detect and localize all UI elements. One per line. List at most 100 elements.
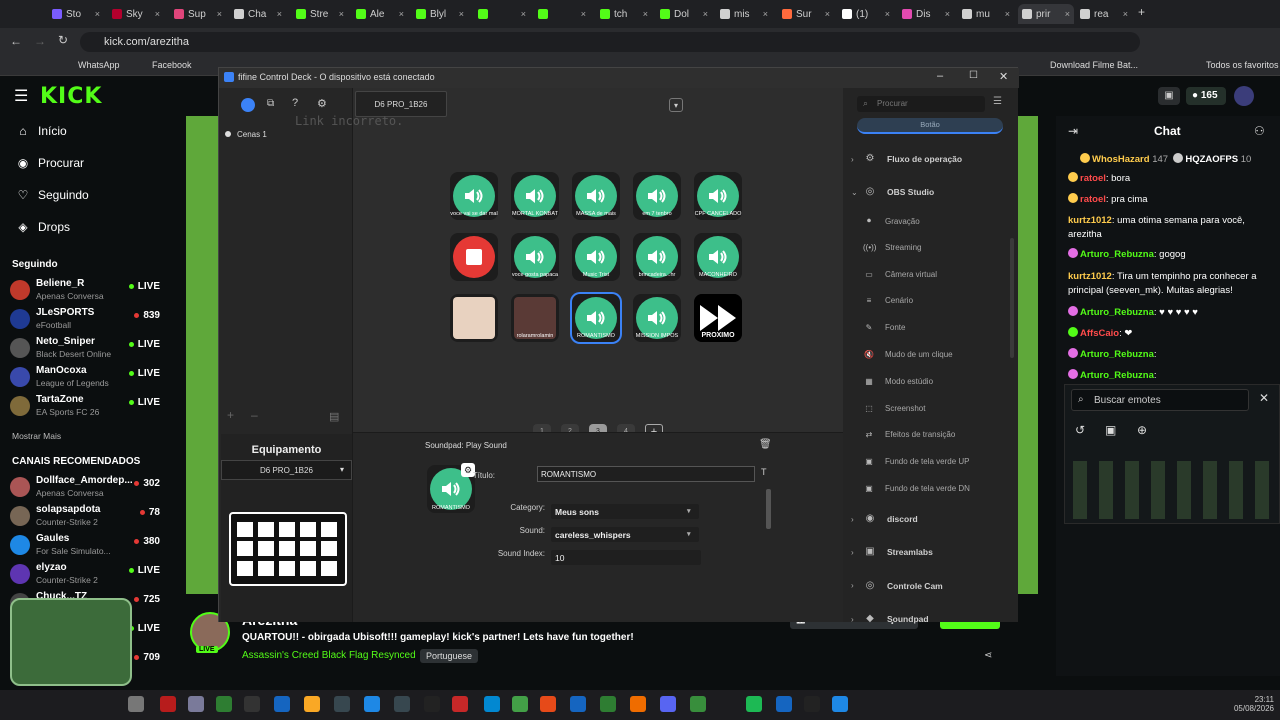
user-avatar[interactable] bbox=[1234, 86, 1254, 106]
browser-tab[interactable]: × bbox=[474, 4, 530, 24]
taskbar-app-icon[interactable] bbox=[188, 696, 204, 712]
menu-icon[interactable]: ☰ bbox=[14, 86, 28, 106]
share-icon[interactable]: ⋖ bbox=[984, 650, 992, 661]
taskbar-app-icon[interactable] bbox=[512, 696, 528, 712]
taskbar-app-icon[interactable] bbox=[128, 696, 144, 712]
deck-key[interactable]: voce gosta papaca bbox=[511, 233, 559, 281]
browser-tab[interactable]: Stre × bbox=[292, 4, 348, 24]
channel-item[interactable]: ManOcoxa League of Legends LIVE bbox=[10, 365, 160, 391]
scene-item[interactable]: Cenas 1 bbox=[225, 130, 267, 139]
taskbar-app-icon[interactable] bbox=[452, 696, 468, 712]
sound-select[interactable]: careless_whispers ▾ bbox=[551, 527, 699, 542]
taskbar-clock[interactable]: 23:11 05/08/2026 bbox=[1224, 695, 1274, 713]
close-icon[interactable]: ✕ bbox=[1259, 391, 1269, 405]
pinned-user[interactable]: WhosHazard bbox=[1092, 154, 1150, 165]
taskbar-app-icon[interactable] bbox=[334, 696, 350, 712]
list-view-icon[interactable]: ☰ bbox=[993, 96, 1002, 107]
action-search-input[interactable]: ⌕ Procurar bbox=[857, 96, 985, 112]
group-flow[interactable]: › ⚙ Fluxo de operação bbox=[843, 146, 1018, 172]
taskbar-app-icon[interactable] bbox=[690, 696, 706, 712]
recent-icon[interactable]: ↺ bbox=[1075, 423, 1085, 437]
obs-action-item[interactable]: ✎ Fonte bbox=[863, 323, 906, 332]
deck-key[interactable]: MORTAL KONBAT bbox=[511, 172, 559, 220]
pinned-user[interactable]: HQZAOFPS bbox=[1185, 154, 1238, 165]
channel-item[interactable]: elyzao Counter-Strike 2 LIVE bbox=[10, 562, 160, 588]
channel-item[interactable]: TartaZone EA Sports FC 26 LIVE bbox=[10, 394, 160, 420]
channel-item[interactable]: Dollface_Amordep... Apenas Conversa 302 bbox=[10, 475, 160, 501]
nav-following[interactable]: ♡ Seguindo bbox=[16, 188, 89, 202]
global-emotes-icon[interactable]: ⊕ bbox=[1137, 423, 1147, 437]
maximize-icon[interactable]: ☐ bbox=[969, 70, 978, 81]
tab-close-icon[interactable]: × bbox=[763, 9, 768, 19]
obs-action-item[interactable]: ((•)) Streaming bbox=[863, 243, 921, 252]
tab-close-icon[interactable]: × bbox=[885, 9, 890, 19]
close-window-icon[interactable]: ✕ bbox=[999, 70, 1008, 83]
browser-tab[interactable]: Sky × bbox=[108, 4, 164, 24]
taskbar-app-icon[interactable] bbox=[540, 696, 556, 712]
equipment-select[interactable]: D6 PRO_1B26 ▾ bbox=[221, 460, 352, 480]
deck-key[interactable]: Music Trist bbox=[572, 233, 620, 281]
tab-close-icon[interactable]: × bbox=[825, 9, 830, 19]
taskbar-app-icon[interactable] bbox=[394, 696, 410, 712]
deck-key[interactable]: MISSION IMPOS bbox=[633, 294, 681, 342]
tab-close-icon[interactable]: × bbox=[1005, 9, 1010, 19]
reload-icon[interactable]: ↻ bbox=[58, 33, 68, 47]
category-select[interactable]: Meus sons ▾ bbox=[551, 504, 699, 519]
taskbar-app-icon[interactable] bbox=[832, 696, 848, 712]
action-group[interactable]: › ▣ Streamlabs bbox=[843, 539, 1018, 565]
taskbar-app-icon[interactable] bbox=[216, 696, 232, 712]
deck-key[interactable] bbox=[450, 233, 498, 281]
deck-key[interactable] bbox=[450, 294, 498, 342]
browser-tab[interactable]: prir × bbox=[1018, 4, 1074, 24]
tab-close-icon[interactable]: × bbox=[217, 9, 222, 19]
copy-icon[interactable]: ⧉ bbox=[267, 98, 274, 109]
channel-item[interactable]: solapsapdota Counter-Strike 2 78 bbox=[10, 504, 160, 530]
bookmark-download[interactable]: Download Filme Bat... bbox=[1050, 60, 1138, 70]
tab-close-icon[interactable]: × bbox=[1065, 9, 1070, 19]
tab-close-icon[interactable]: × bbox=[95, 9, 100, 19]
obs-action-item[interactable]: ▣ Fundo de tela verde DN bbox=[863, 484, 970, 493]
obs-action-item[interactable]: 🔇 Mudo de um clique bbox=[863, 350, 953, 359]
device-preview[interactable] bbox=[229, 512, 347, 586]
browser-tab[interactable]: Blyl × bbox=[412, 4, 468, 24]
group-obs[interactable]: ⌄ ◎ OBS Studio bbox=[843, 179, 1018, 205]
bookmark-all[interactable]: Todos os favoritos bbox=[1206, 60, 1279, 70]
grid-settings-icon[interactable]: ▤ bbox=[329, 410, 339, 423]
forward-icon[interactable]: → bbox=[34, 34, 46, 48]
title-input[interactable]: ROMANTISMO bbox=[537, 466, 755, 482]
gear-icon[interactable]: ⚙ bbox=[317, 97, 327, 110]
taskbar-app-icon[interactable] bbox=[484, 696, 500, 712]
deck-key[interactable]: voce vai se dar mal bbox=[450, 172, 498, 220]
browser-tab[interactable]: tch × bbox=[596, 4, 652, 24]
kick-logo[interactable]: KICK bbox=[40, 84, 102, 109]
action-group[interactable]: › ◉ discord bbox=[843, 506, 1018, 532]
collapse-icon[interactable]: ▾ bbox=[669, 98, 683, 112]
tab-close-icon[interactable]: × bbox=[1123, 9, 1128, 19]
deck-key[interactable]: MACONHEIRO bbox=[694, 233, 742, 281]
nav-home[interactable]: ⌂ Início bbox=[16, 124, 66, 138]
channel-item[interactable]: Gaules For Sale Simulato... 380 bbox=[10, 533, 160, 559]
browser-tab[interactable]: Dis × bbox=[898, 4, 954, 24]
channel-item[interactable]: Neto_Sniper Black Desert Online LIVE bbox=[10, 336, 160, 362]
nav-browse[interactable]: ◉ Procurar bbox=[16, 156, 84, 170]
editor-scrollbar[interactable] bbox=[766, 489, 771, 529]
show-more-link[interactable]: Mostrar Mais bbox=[12, 431, 61, 441]
deck-key[interactable]: CPF CANCELADO bbox=[694, 172, 742, 220]
language-tag[interactable]: Portuguese bbox=[420, 649, 479, 663]
trash-icon[interactable]: 🗑 bbox=[759, 439, 772, 450]
browser-tab[interactable]: Ale × bbox=[352, 4, 408, 24]
browser-tab[interactable]: Cha × bbox=[230, 4, 286, 24]
action-list-scrollbar[interactable] bbox=[1010, 238, 1014, 358]
taskbar-app-icon[interactable] bbox=[630, 696, 646, 712]
taskbar-app-icon[interactable] bbox=[746, 696, 762, 712]
deck-key[interactable]: MASSA de mais bbox=[572, 172, 620, 220]
taskbar-app-icon[interactable] bbox=[776, 696, 792, 712]
taskbar-app-icon[interactable] bbox=[660, 696, 676, 712]
chat-username[interactable]: Arturo_Rebuzna bbox=[1080, 370, 1154, 381]
chat-username[interactable]: AffsCaio bbox=[1080, 328, 1119, 339]
obs-action-item[interactable]: ▭ Câmera virtual bbox=[863, 270, 937, 279]
browser-tab[interactable]: (1) × bbox=[838, 4, 894, 24]
chat-username[interactable]: ratoel bbox=[1080, 173, 1106, 184]
action-group[interactable]: › ◆ Soundpad bbox=[843, 606, 1018, 632]
channel-emotes-icon[interactable]: ▣ bbox=[1105, 423, 1116, 437]
